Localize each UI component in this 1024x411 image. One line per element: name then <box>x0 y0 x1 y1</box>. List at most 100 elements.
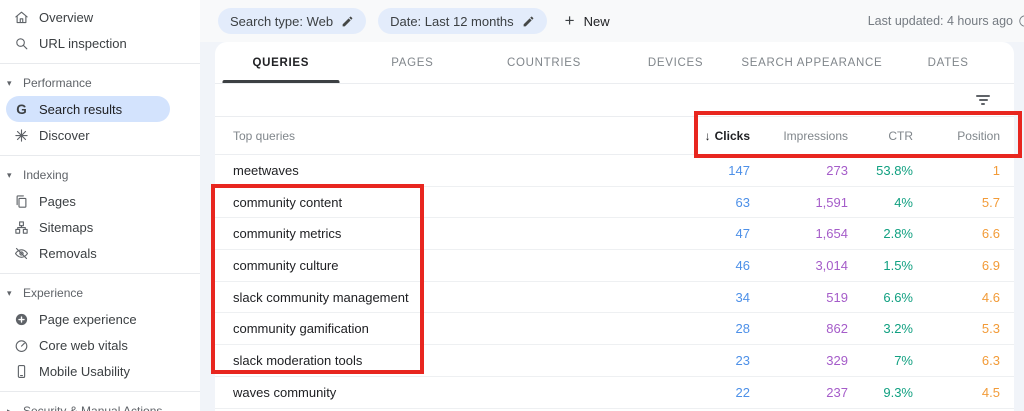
table-row[interactable]: meetwaves 147 273 53.8% 1 <box>215 155 1014 187</box>
sidebar-item-label: Page experience <box>39 311 137 327</box>
sidebar-item-core-web-vitals[interactable]: Core web vitals <box>0 332 200 358</box>
sitemap-icon <box>13 219 30 236</box>
last-updated-text: Last updated: 4 hours ago <box>867 14 1013 28</box>
sidebar-section-security-manual-actions[interactable]: ▸ Security & Manual Actions <box>0 398 200 411</box>
impressions-cell: 519 <box>826 289 848 305</box>
column-header-position[interactable]: Position <box>913 129 1000 143</box>
chevron-down-icon: ▾ <box>7 287 12 298</box>
column-header-ctr[interactable]: CTR <box>848 129 913 143</box>
chevron-right-icon: ▸ <box>7 405 12 411</box>
search-type-chip-label: Search type: Web <box>230 13 334 29</box>
sidebar-item-search-results[interactable]: G Search results <box>6 96 170 122</box>
sidebar-item-label: Mobile Usability <box>39 363 131 379</box>
position-cell: 6.3 <box>981 352 1000 368</box>
position-cell: 4.5 <box>981 384 1000 400</box>
sidebar-section-label: Experience <box>23 286 84 300</box>
tab-dates[interactable]: DATES <box>882 42 1014 83</box>
tab-countries[interactable]: COUNTRIES <box>478 42 610 83</box>
sidebar-item-url-inspection[interactable]: URL inspection <box>0 30 200 56</box>
position-cell: 6.9 <box>981 257 1000 273</box>
table-row[interactable]: community content 63 1,591 4% 5.7 <box>215 187 1014 219</box>
sort-arrow-icon: ↓ <box>704 128 711 143</box>
clicks-cell: 23 <box>735 352 750 368</box>
impressions-cell: 329 <box>826 352 848 368</box>
sidebar-item-label: URL inspection <box>39 35 127 51</box>
sidebar-section-performance[interactable]: ▾ Performance <box>0 70 200 96</box>
sidebar-item-mobile-usability[interactable]: Mobile Usability <box>0 358 200 384</box>
query-cell: slack community management <box>233 289 409 305</box>
gauge-icon <box>13 337 30 354</box>
clicks-cell: 46 <box>735 257 750 273</box>
sidebar-item-label: Sitemaps <box>39 219 94 235</box>
sidebar-divider <box>0 155 200 156</box>
ctr-cell: 4% <box>894 194 913 210</box>
report-tabs: QUERIES PAGES COUNTRIES DEVICES SEARCH A… <box>215 42 1014 84</box>
sidebar-divider <box>0 391 200 392</box>
table-row[interactable]: community culture 46 3,014 1.5% 6.9 <box>215 250 1014 282</box>
table-row[interactable]: slack community management 34 519 6.6% 4… <box>215 282 1014 314</box>
column-header-impressions[interactable]: Impressions <box>750 129 848 143</box>
sidebar-section-label: Indexing <box>23 168 69 182</box>
tab-pages[interactable]: PAGES <box>347 42 479 83</box>
position-cell: 4.6 <box>981 289 1000 305</box>
sparkle-icon <box>13 127 30 144</box>
sidebar-item-discover[interactable]: Discover <box>0 122 200 148</box>
sidebar-section-label: Security & Manual Actions <box>23 404 163 411</box>
impressions-cell: 862 <box>826 321 848 337</box>
phone-icon <box>13 363 30 380</box>
position-cell: 5.3 <box>981 321 1000 337</box>
sidebar-item-label: Pages <box>39 193 76 209</box>
sidebar-section-experience[interactable]: ▾ Experience <box>0 280 200 306</box>
pages-icon <box>13 193 30 210</box>
sidebar-section-label: Performance <box>23 76 92 90</box>
sidebar-section-indexing[interactable]: ▾ Indexing <box>0 162 200 188</box>
sidebar-item-overview[interactable]: Overview <box>0 4 200 30</box>
new-filter-label: New <box>583 13 610 29</box>
sidebar-item-label: Overview <box>39 9 94 25</box>
edit-pencil-icon[interactable] <box>341 15 354 28</box>
query-cell: slack moderation tools <box>233 352 363 368</box>
sidebar-item-label: Removals <box>39 245 97 261</box>
sidebar-item-pages[interactable]: Pages <box>0 188 200 214</box>
sidebar-item-label: Discover <box>39 127 90 143</box>
clicks-cell: 147 <box>728 162 750 178</box>
tab-search-appearance[interactable]: SEARCH APPEARANCE <box>741 42 882 83</box>
sidebar-item-removals[interactable]: Removals <box>0 240 200 266</box>
impressions-cell: 1,654 <box>815 226 848 242</box>
sidebar: Overview URL inspection ▾ Performance G … <box>0 0 200 411</box>
topbar: Search type: Web Date: Last 12 months + … <box>200 0 1024 42</box>
ctr-cell: 7% <box>894 352 913 368</box>
sidebar-divider <box>0 273 200 274</box>
table-row[interactable]: waves community 22 237 9.3% 4.5 <box>215 377 1014 409</box>
circle-plus-icon <box>13 311 30 328</box>
google-g-icon: G <box>16 101 27 117</box>
impressions-cell: 1,591 <box>815 194 848 210</box>
query-cell: meetwaves <box>233 162 299 178</box>
query-cell: community content <box>233 194 343 210</box>
tab-queries[interactable]: QUERIES <box>215 42 347 83</box>
sidebar-item-label: Search results <box>39 101 123 117</box>
table-row[interactable]: community metrics 47 1,654 2.8% 6.6 <box>215 218 1014 251</box>
ctr-cell: 1.5% <box>883 257 913 273</box>
search-type-chip[interactable]: Search type: Web <box>218 8 367 34</box>
sidebar-item-sitemaps[interactable]: Sitemaps <box>0 214 200 240</box>
filter-icon[interactable] <box>972 91 994 109</box>
date-filter-chip[interactable]: Date: Last 12 months <box>378 8 547 34</box>
clock-icon <box>1019 15 1024 27</box>
column-header-clicks[interactable]: ↓ Clicks <box>660 129 750 143</box>
tab-devices[interactable]: DEVICES <box>610 42 742 83</box>
clicks-cell: 28 <box>735 321 750 337</box>
impressions-cell: 237 <box>826 384 848 400</box>
query-cell: community metrics <box>233 226 342 242</box>
table-row[interactable]: community gamification 28 862 3.2% 5.3 <box>215 313 1014 346</box>
clicks-cell: 34 <box>735 289 750 305</box>
clicks-cell: 47 <box>735 226 750 242</box>
edit-pencil-icon[interactable] <box>522 15 535 28</box>
new-filter-button[interactable]: + New <box>565 11 610 31</box>
clicks-cell: 63 <box>735 194 750 210</box>
table-row[interactable]: slack moderation tools 23 329 7% 6.3 <box>215 345 1014 377</box>
chevron-down-icon: ▾ <box>7 169 12 180</box>
ctr-cell: 6.6% <box>883 289 913 305</box>
date-filter-chip-label: Date: Last 12 months <box>390 13 514 29</box>
sidebar-item-page-experience[interactable]: Page experience <box>0 306 200 332</box>
